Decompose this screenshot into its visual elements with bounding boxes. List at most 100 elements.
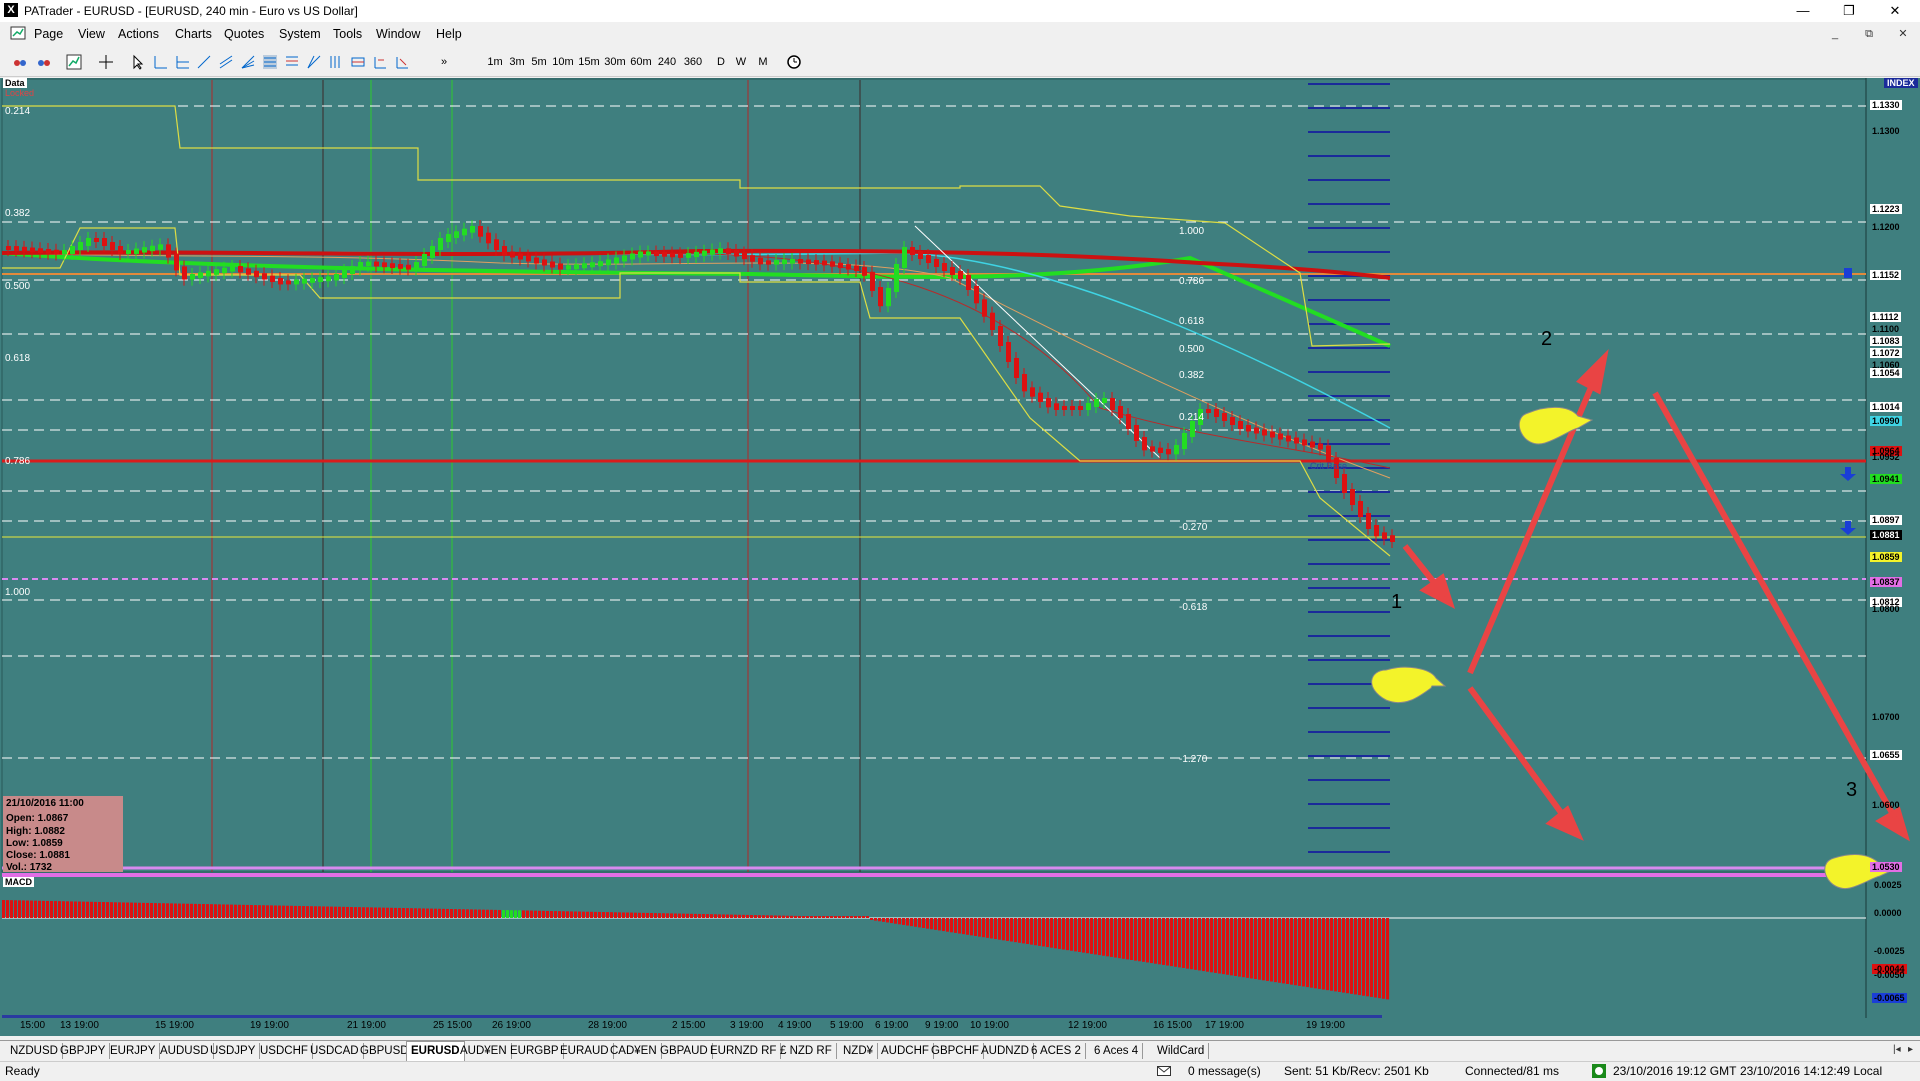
candle-body <box>550 261 555 268</box>
chart-area[interactable]: Data Locked INDEX MACD Crit Base 0.214 0… <box>0 78 1920 1036</box>
time-axis-label: 2 15:00 <box>672 1020 706 1031</box>
timeframe-1m[interactable]: 1m <box>484 53 506 71</box>
fib-retracement-icon[interactable] <box>262 54 278 70</box>
menu-system[interactable]: System <box>279 27 321 41</box>
menu-page[interactable]: Page <box>34 27 63 41</box>
crosshair-icon[interactable] <box>98 54 114 70</box>
fib-fan-icon[interactable] <box>240 54 256 70</box>
maximize-button[interactable]: ❐ <box>1826 0 1872 22</box>
macd-bar <box>466 909 469 918</box>
fib-extension-icon[interactable] <box>284 54 300 70</box>
disconnect-icon[interactable] <box>36 54 52 70</box>
symbol-tab[interactable]: CAD¥EN <box>606 1043 662 1059</box>
mdi-restore-button[interactable]: ⧉ <box>1857 26 1881 42</box>
timeframe-30m[interactable]: 30m <box>602 53 628 71</box>
symbol-tab[interactable]: AUDUSD <box>156 1043 214 1059</box>
tab-scroll-right-icon[interactable]: ▸ <box>1908 1044 1913 1055</box>
timeframe-m[interactable]: M <box>754 53 772 71</box>
callout-3-label: 3 <box>1846 779 1858 801</box>
menu-tools[interactable]: Tools <box>333 27 362 41</box>
macd-bar <box>1002 918 1005 941</box>
timeframe-d[interactable]: D <box>712 53 730 71</box>
macd-bar <box>634 912 637 918</box>
chart-icon[interactable] <box>66 54 82 70</box>
symbol-tab[interactable]: NZDUSD <box>6 1043 63 1059</box>
clock-icon[interactable] <box>786 54 802 70</box>
connect-icon[interactable] <box>12 54 28 70</box>
macd-bar <box>786 915 789 918</box>
timeframe-15m[interactable]: 15m <box>576 53 602 71</box>
macd-bar <box>1322 918 1325 990</box>
symbol-tab[interactable]: USDJPY <box>206 1043 261 1059</box>
timeframe-240[interactable]: 240 <box>654 53 680 71</box>
symbol-tab[interactable]: GBPAUD <box>656 1043 713 1059</box>
timeframe-360[interactable]: 360 <box>680 53 706 71</box>
menu-help[interactable]: Help <box>436 27 462 41</box>
symbol-tab[interactable]: WildCard <box>1153 1043 1210 1059</box>
candle-body <box>974 286 979 304</box>
symbol-tab[interactable]: GBPJPY <box>56 1043 111 1059</box>
macd-bar <box>654 913 657 918</box>
timeframe-5m[interactable]: 5m <box>528 53 550 71</box>
text-tool-icon[interactable] <box>372 54 388 70</box>
delete-drawings-icon[interactable] <box>394 54 410 70</box>
minimize-button[interactable]: — <box>1780 0 1826 22</box>
horizontal-line-icon[interactable] <box>152 54 168 70</box>
macd-bar <box>238 904 241 918</box>
time-axis-label: 12 19:00 <box>1068 1020 1107 1031</box>
candle-body <box>1310 441 1315 448</box>
symbol-tab[interactable]: NZD¥ <box>839 1043 879 1059</box>
macd-bar <box>30 900 33 918</box>
symbol-tab[interactable]: USDCHF <box>256 1043 313 1059</box>
macd-bar <box>602 912 605 918</box>
candle-body <box>702 250 707 256</box>
symbol-tab[interactable]: USDCAD <box>306 1043 364 1059</box>
symbol-tab[interactable]: GBPUSD <box>356 1043 414 1059</box>
menu-window[interactable]: Window <box>376 27 420 41</box>
menu-actions[interactable]: Actions <box>118 27 159 41</box>
channel-icon[interactable] <box>218 54 234 70</box>
symbol-tab[interactable]: EURJPY <box>106 1043 161 1059</box>
macd-bar <box>350 907 353 918</box>
macd-bar <box>1026 918 1029 944</box>
timeframe-3m[interactable]: 3m <box>506 53 528 71</box>
overflow-icon[interactable]: » <box>440 53 448 71</box>
menu-view[interactable]: View <box>78 27 105 41</box>
macd-bar <box>1302 918 1305 987</box>
symbol-tab[interactable]: AUDNZD <box>977 1043 1034 1059</box>
symbol-tab[interactable]: EURGBP <box>506 1043 564 1059</box>
menu-quotes[interactable]: Quotes <box>224 27 264 41</box>
symbol-tab[interactable]: AUD¥EN <box>456 1043 512 1059</box>
cursor-icon[interactable] <box>130 54 146 70</box>
tab-scroll-left-icon[interactable]: |◂ <box>1893 1044 1901 1055</box>
cycle-lines-icon[interactable] <box>328 54 344 70</box>
trendline-icon[interactable] <box>196 54 212 70</box>
macd-bar <box>858 916 861 918</box>
symbol-tab[interactable]: £ NZD RF <box>776 1043 837 1059</box>
price-chart[interactable] <box>0 78 1920 1036</box>
level-line-icon[interactable] <box>174 54 190 70</box>
timeframe-10m[interactable]: 10m <box>550 53 576 71</box>
symbol-tab[interactable]: GBPCHF <box>927 1043 984 1059</box>
macd-bar <box>714 914 717 918</box>
symbol-tab[interactable]: 6 Aces 4 <box>1090 1043 1144 1059</box>
symbol-tab[interactable]: EURAUD <box>556 1043 614 1059</box>
menu-charts[interactable]: Charts <box>175 27 212 41</box>
macd-bar <box>958 918 961 934</box>
mdi-close-button[interactable]: ✕ <box>1891 26 1915 42</box>
symbol-tab[interactable]: AUDCHF <box>877 1043 934 1059</box>
symbol-tab[interactable]: 6 ACES 2 <box>1027 1043 1086 1059</box>
close-button[interactable]: ✕ <box>1872 0 1918 22</box>
macd-bar <box>838 916 841 918</box>
price-axis-label: 1.1112 <box>1870 312 1901 322</box>
macd-bar <box>346 906 349 918</box>
timeframe-w[interactable]: W <box>732 53 750 71</box>
candle-body <box>574 264 579 270</box>
mdi-minimize-button[interactable]: _ <box>1823 26 1847 42</box>
info-high: High: 1.0882 <box>6 825 65 837</box>
rectangle-icon[interactable] <box>350 54 366 70</box>
timeframe-60m[interactable]: 60m <box>628 53 654 71</box>
symbol-tab[interactable]: EURNZD RF <box>706 1043 782 1059</box>
gann-icon[interactable] <box>306 54 322 70</box>
time-axis-label: 5 19:00 <box>830 1020 864 1031</box>
